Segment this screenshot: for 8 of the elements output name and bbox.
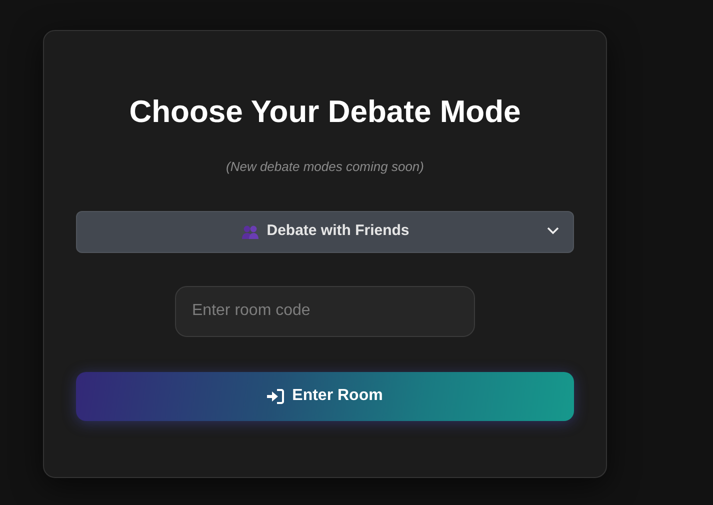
enter-room-button[interactable]: Enter Room [76,372,574,421]
people-icon [240,224,259,240]
room-code-field[interactable]: Enter room code [175,286,475,337]
mode-select[interactable]: Debate with Friends [76,210,574,253]
subtitle-note: (New debate modes coming soon) [225,158,425,176]
page-title: Choose Your Debate Mode [128,93,522,130]
sign-in-icon [267,388,284,404]
chevron-down-icon [547,226,559,235]
